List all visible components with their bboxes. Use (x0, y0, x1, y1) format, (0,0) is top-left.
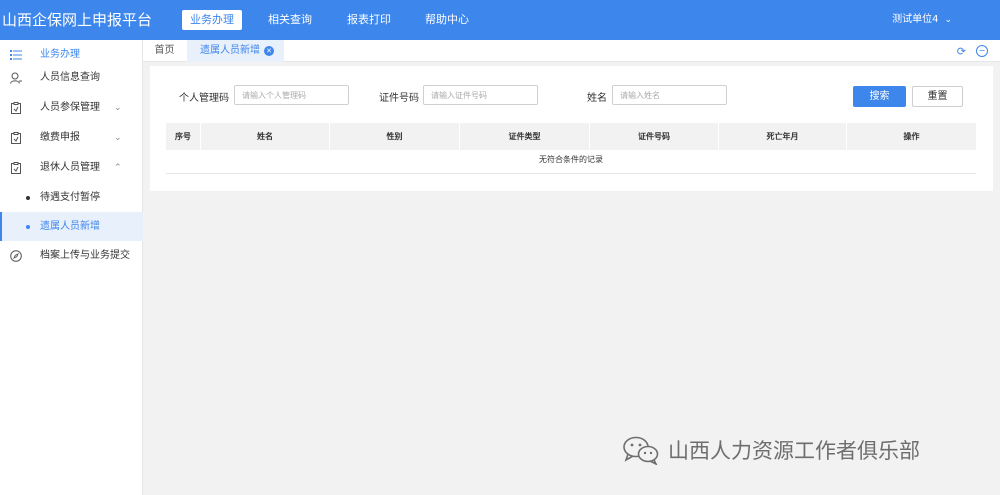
sidebar-item-label: 退休人员管理 (40, 162, 100, 173)
chevron-down-icon: ⌄ (114, 103, 122, 113)
column-header: 死亡年月 (719, 123, 847, 150)
top-nav-help[interactable]: 帮助中心 (417, 10, 477, 30)
chevron-down-icon: ⌄ (944, 15, 952, 25)
sidebar-item-label: 人员参保管理 (40, 102, 100, 113)
sidebar-item-label: 缴费申报 (40, 132, 80, 143)
chevron-up-icon: ⌃ (114, 163, 122, 173)
sidebar-item-label: 人员信息查询 (40, 72, 100, 83)
column-header: 性别 (330, 123, 460, 150)
wechat-logo-icon (623, 436, 659, 465)
column-header: 证件类型 (460, 123, 590, 150)
top-bar: 山西企保网上申报平台 业务办理 相关查询 报表打印 帮助中心 测试单位4 ⌄ (0, 0, 1000, 40)
close-icon[interactable]: ✕ (264, 46, 274, 56)
reset-button[interactable]: 重置 (912, 86, 963, 107)
sidebar-subitem-label: 待遇支付暂停 (40, 192, 100, 203)
personal-code-input[interactable] (234, 85, 349, 105)
column-header: 姓名 (201, 123, 330, 150)
watermark-text: 山西人力资源工作者俱乐部 (668, 439, 920, 463)
user-search-icon (9, 63, 23, 93)
column-header: 序号 (166, 123, 201, 150)
bullet-icon (26, 225, 30, 229)
tab-survivor-add[interactable]: 遗属人员新增 ✕ (187, 40, 284, 62)
refresh-icon[interactable]: ⟳ (957, 45, 966, 58)
chevron-down-icon: ⌄ (114, 133, 122, 143)
sidebar: 业务办理 人员信息查询 人员参保管理 ⌄ 缴费申报 ⌄ 退休人员管理 ⌃ 待遇支… (0, 40, 143, 495)
sidebar-subitem-survivor-add[interactable]: 遗属人员新增 (0, 212, 143, 241)
personal-code-label: 个人管理码 (179, 93, 229, 104)
table-empty-message: 无符合条件的记录 (166, 150, 976, 174)
user-menu[interactable]: 测试单位4 ⌄ (892, 0, 952, 40)
id-number-label: 证件号码 (379, 93, 419, 104)
result-table: 序号 姓名 性别 证件类型 证件号码 死亡年月 操作 无符合条件的记录 (166, 123, 976, 174)
top-nav-report-print[interactable]: 报表打印 (339, 10, 399, 30)
name-label: 姓名 (587, 93, 607, 104)
clipboard-icon (9, 153, 23, 183)
user-name: 测试单位4 (892, 14, 939, 25)
watermark: 山西人力资源工作者俱乐部 (622, 430, 920, 470)
app-title: 山西企保网上申报平台 (2, 11, 153, 29)
bullet-icon (26, 196, 30, 200)
search-panel: 个人管理码 证件号码 姓名 搜索 重置 序号 姓名 性别 证件类型 证件号码 死… (150, 66, 993, 191)
compass-icon (9, 241, 23, 271)
tab-home[interactable]: 首页 (143, 40, 186, 62)
more-icon[interactable]: − (976, 45, 988, 57)
name-input[interactable] (612, 85, 727, 105)
sidebar-item-archive-upload[interactable]: 档案上传与业务提交 (0, 241, 143, 271)
clipboard-icon (9, 123, 23, 153)
tab-bar: 首页 遗属人员新增 ✕ ⟳ − (143, 40, 1000, 62)
clipboard-icon (9, 93, 23, 123)
top-nav-business[interactable]: 业务办理 (182, 10, 242, 30)
tab-label: 遗属人员新增 (200, 45, 260, 56)
tab-tools: ⟳ − (947, 40, 988, 62)
sidebar-item-label: 档案上传与业务提交 (40, 250, 130, 261)
column-header: 操作 (903, 132, 920, 141)
sidebar-item-insurance-management[interactable]: 人员参保管理 ⌄ (0, 93, 143, 123)
sidebar-item-payment-declaration[interactable]: 缴费申报 ⌄ (0, 123, 143, 153)
search-button[interactable]: 搜索 (853, 86, 906, 107)
column-header: 证件号码 (590, 123, 719, 150)
top-nav-query[interactable]: 相关查询 (260, 10, 320, 30)
id-number-input[interactable] (423, 85, 538, 105)
sidebar-subitem-label: 遗属人员新增 (40, 221, 100, 232)
sidebar-item-retiree-management[interactable]: 退休人员管理 ⌃ (0, 153, 143, 183)
table-header: 序号 姓名 性别 证件类型 证件号码 死亡年月 操作 (166, 123, 976, 150)
sidebar-item-person-info-query[interactable]: 人员信息查询 (0, 63, 143, 93)
sidebar-subitem-benefit-suspension[interactable]: 待遇支付暂停 (0, 183, 143, 212)
